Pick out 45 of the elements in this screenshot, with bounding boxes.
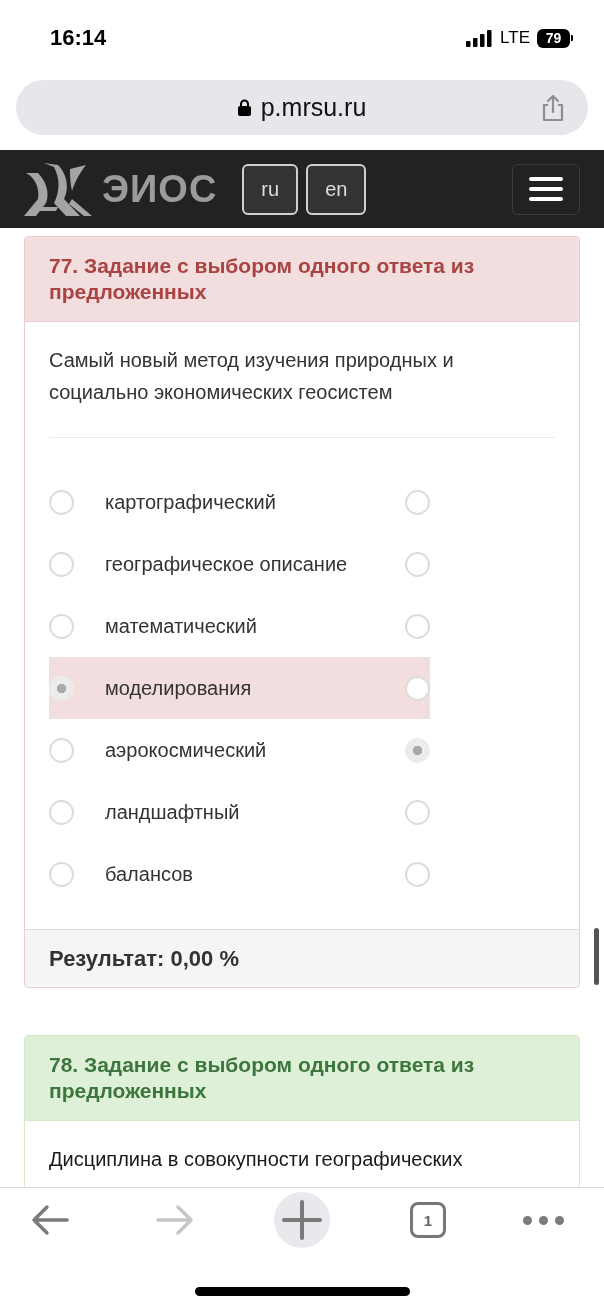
answer-key-radio[interactable] <box>405 737 430 763</box>
answer-radio[interactable] <box>49 489 74 515</box>
answer-key-radio[interactable] <box>405 489 430 515</box>
question-text: Самый новый метод изучения природных и социально экономических геосистем <box>49 348 455 405</box>
answer-key-radio[interactable] <box>405 675 430 701</box>
tabs-button[interactable]: 1 <box>410 1202 446 1238</box>
task-title: 77. Задание с выбором одного ответа из предложенных <box>49 253 476 305</box>
option-label: картографический <box>105 490 277 514</box>
answer-key-radio[interactable] <box>405 613 430 639</box>
option-label: аэрокосмический <box>105 738 268 762</box>
address-bar[interactable]: p.mrsu.ru <box>16 80 588 135</box>
emblem-icon <box>24 162 92 216</box>
battery-indicator: 79 <box>537 28 573 48</box>
menu-icon <box>529 177 563 201</box>
option-label: балансов <box>105 862 194 886</box>
answer-radio[interactable] <box>49 737 74 763</box>
answer-key-radio[interactable] <box>405 799 430 825</box>
signal-bars-icon <box>466 29 493 47</box>
answer-radio[interactable] <box>49 799 74 825</box>
network-label: LTE <box>500 28 530 48</box>
answer-radio[interactable] <box>49 861 74 887</box>
answer-key-radio[interactable] <box>405 551 430 577</box>
menu-button[interactable] <box>512 163 580 215</box>
plus-icon[interactable] <box>274 1192 330 1248</box>
option-label: математический <box>105 614 258 638</box>
option-label: географическое описание <box>105 552 349 576</box>
language-button[interactable]: en <box>306 163 367 215</box>
result-label: Результат: 0,00 % <box>49 945 240 973</box>
url-text: p.mrsu.ru <box>260 93 367 122</box>
status-time: 16:14 <box>50 25 107 51</box>
task-title: 78. Задание с выбором одного ответа из предложенных <box>49 1052 476 1104</box>
answer-radio[interactable] <box>49 675 74 701</box>
brand-name: ЭИОС <box>102 167 218 211</box>
share-icon[interactable] <box>541 93 565 122</box>
answer-radio[interactable] <box>49 613 74 639</box>
option-label: ландшафтный <box>105 800 241 824</box>
more-icon[interactable] <box>522 1215 564 1225</box>
question-text: Дисциплина в совокупности географических <box>49 1147 464 1172</box>
option-label: моделирования <box>105 676 253 700</box>
lock-icon <box>237 99 251 116</box>
answer-radio[interactable] <box>49 551 74 577</box>
language-button[interactable]: ru <box>242 163 299 215</box>
back-arrow-icon[interactable] <box>31 1204 69 1236</box>
answer-key-radio[interactable] <box>405 861 430 887</box>
scroll-indicator <box>594 928 599 985</box>
